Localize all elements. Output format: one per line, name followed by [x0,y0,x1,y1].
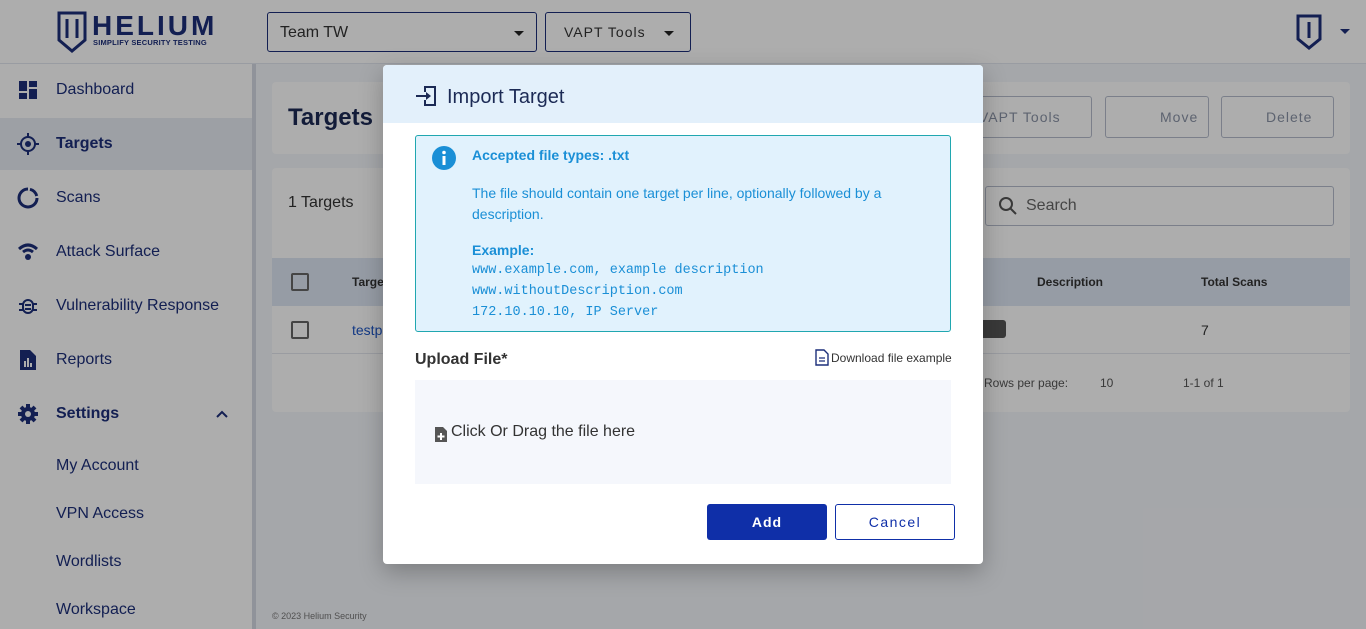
example-heading: Example: [472,242,535,258]
upload-file-label: Upload File* [415,351,508,368]
example-line: 172.10.10.10, IP Server [472,305,659,320]
example-line: www.withoutDescription.com [472,284,683,299]
info-description: The file should contain one target per l… [472,185,882,222]
accepted-file-types: Accepted file types: .txt [472,147,630,163]
file-dropzone[interactable]: Click Or Drag the file here [415,380,951,484]
info-icon [432,146,456,170]
dialog-title: Import Target [447,86,565,108]
file-add-icon [435,427,447,442]
dropzone-text: Click Or Drag the file here [451,423,636,440]
import-icon [416,86,436,106]
dialog-header: Import Target [383,65,983,123]
add-button[interactable]: Add [707,504,827,540]
file-format-info: Accepted file types: .txt The file shoul… [415,135,951,332]
download-example-label: Download file example [831,351,952,365]
file-icon [815,349,829,366]
cancel-button[interactable]: Cancel [835,504,955,540]
import-target-dialog: Import Target Accepted file types: .txt … [383,65,983,564]
example-line: www.example.com, example description [472,263,764,278]
